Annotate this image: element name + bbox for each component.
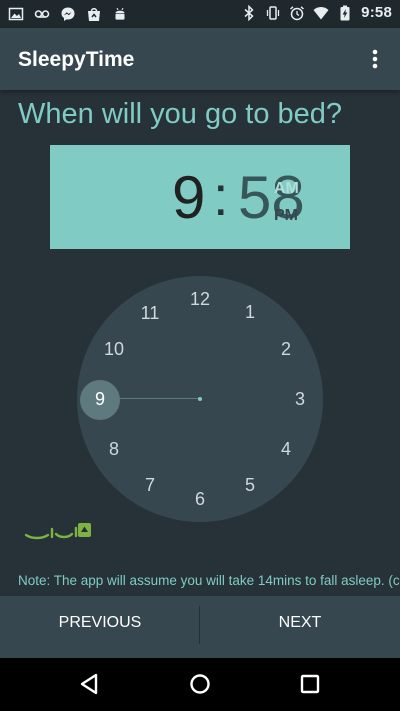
app-title: SleepyTime bbox=[18, 48, 135, 71]
messenger-icon bbox=[61, 7, 75, 21]
clock-number-10[interactable]: 10 bbox=[94, 337, 134, 361]
app-bar: SleepyTime bbox=[0, 28, 400, 90]
clock-center bbox=[198, 397, 202, 401]
next-button[interactable]: NEXT bbox=[200, 596, 400, 658]
status-time: 9:58 bbox=[361, 4, 392, 21]
bluetooth-icon bbox=[244, 4, 254, 21]
android-icon bbox=[115, 7, 125, 20]
store-icon bbox=[88, 8, 100, 21]
watermark-logo bbox=[24, 523, 91, 540]
vibrate-icon bbox=[267, 5, 280, 20]
alarm-icon bbox=[290, 5, 305, 20]
wifi-icon bbox=[313, 6, 329, 19]
status-bar: 9:58 bbox=[0, 0, 400, 28]
previous-button[interactable]: PREVIOUS bbox=[0, 596, 200, 658]
time-display: 9 : 58 bbox=[50, 145, 350, 249]
system-icons: 9:58 bbox=[241, 4, 392, 21]
pm-toggle[interactable]: PM bbox=[274, 207, 298, 225]
note-text: Note: The app will assume you will take … bbox=[18, 573, 400, 588]
navigation-bar bbox=[0, 658, 400, 711]
clock-number-11[interactable]: 11 bbox=[130, 301, 170, 325]
home-icon[interactable] bbox=[187, 671, 213, 697]
clock-number-1[interactable]: 1 bbox=[230, 300, 270, 324]
clock-dial[interactable]: 12 1 2 3 4 5 6 7 8 9 10 11 bbox=[77, 276, 323, 522]
recents-icon[interactable] bbox=[297, 671, 323, 697]
battery-icon bbox=[340, 5, 350, 20]
voicemail-icon bbox=[34, 10, 50, 18]
clock-number-9[interactable]: 9 bbox=[80, 387, 120, 411]
back-icon[interactable] bbox=[77, 671, 103, 697]
clock-number-2[interactable]: 2 bbox=[266, 337, 306, 361]
time-separator: : bbox=[213, 164, 229, 227]
clock-number-3[interactable]: 3 bbox=[280, 387, 320, 411]
clock-number-4[interactable]: 4 bbox=[266, 437, 306, 461]
image-icon bbox=[8, 7, 24, 21]
more-vert-icon[interactable] bbox=[360, 44, 390, 74]
am-toggle[interactable]: AM bbox=[274, 180, 299, 198]
bottom-button-bar: PREVIOUS NEXT bbox=[0, 596, 400, 658]
clock-number-8[interactable]: 8 bbox=[94, 437, 134, 461]
hour-value[interactable]: 9 bbox=[172, 163, 205, 233]
notification-icons bbox=[8, 6, 128, 22]
clock-number-12[interactable]: 12 bbox=[180, 287, 220, 311]
clock-number-6[interactable]: 6 bbox=[180, 487, 220, 511]
clock-number-5[interactable]: 5 bbox=[230, 473, 270, 497]
page-title: When will you go to bed? bbox=[18, 98, 343, 130]
clock-number-7[interactable]: 7 bbox=[130, 473, 170, 497]
